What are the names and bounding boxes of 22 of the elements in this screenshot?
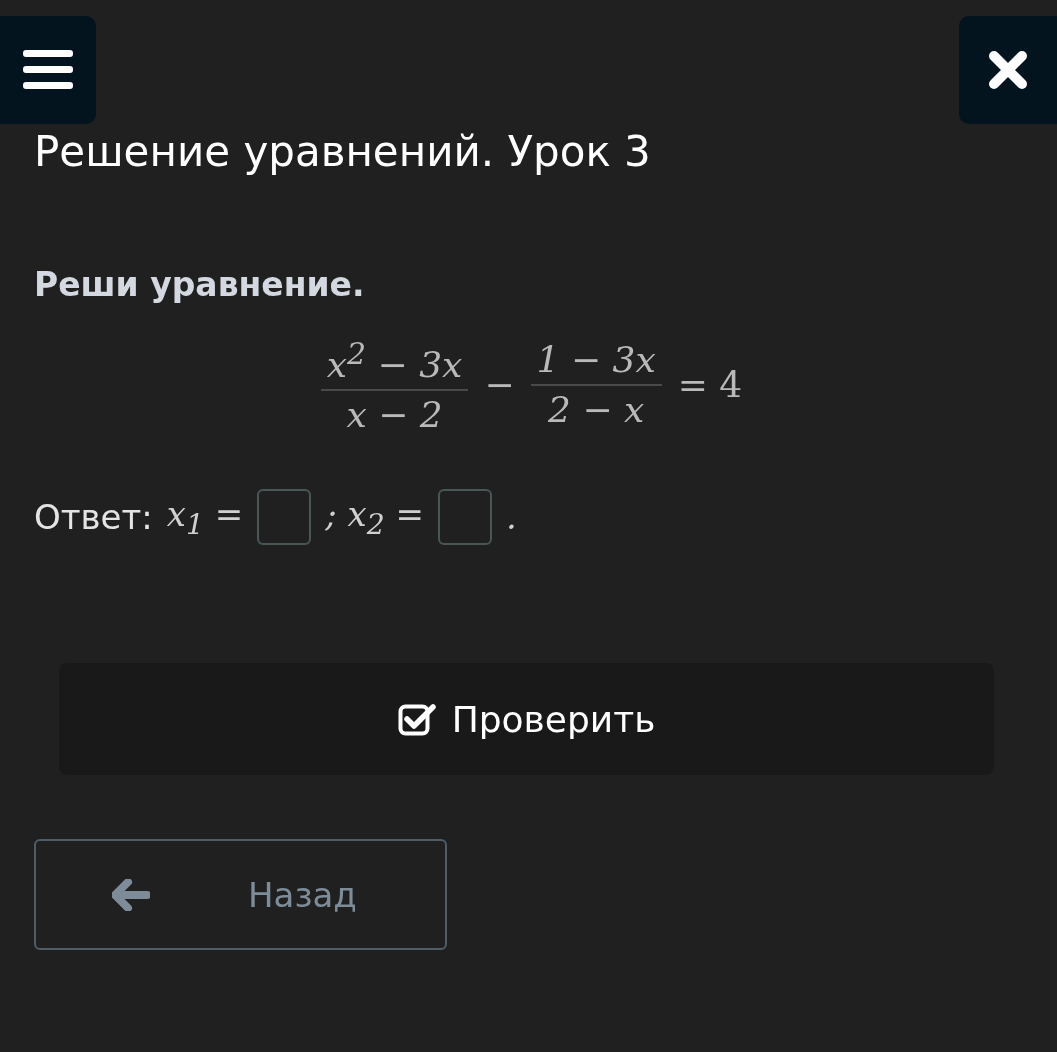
denominator: x − 2 — [345, 393, 444, 437]
lesson-title: Решение уравнений. Урок 3 — [34, 126, 652, 178]
menu-button[interactable] — [0, 16, 96, 124]
numerator: 1 − 3x — [535, 337, 657, 382]
answer-field[interactable] — [438, 489, 493, 545]
back-button[interactable]: Назад — [34, 839, 447, 950]
math-text: x$_{1}$ = — [166, 493, 244, 541]
answer-field[interactable] — [257, 489, 312, 545]
close-icon — [988, 50, 1028, 90]
close-button[interactable] — [959, 16, 1057, 124]
math-text: ; x$_{2}$ = — [325, 493, 425, 541]
check-button[interactable]: Проверить — [59, 663, 994, 775]
denominator: 2 − x — [547, 387, 646, 432]
math-text: . — [506, 497, 517, 537]
menu-icon — [23, 50, 73, 90]
checkbox-icon — [397, 702, 436, 736]
answer-label: Ответ: — [34, 497, 153, 537]
math-operator: − — [484, 364, 515, 405]
numerator: x$^{2}$ − 3x — [325, 335, 464, 387]
arrow-left-icon — [112, 878, 150, 911]
task-prompt: Реши уравнение. — [34, 264, 365, 306]
math-operator: = 4 — [677, 364, 743, 405]
